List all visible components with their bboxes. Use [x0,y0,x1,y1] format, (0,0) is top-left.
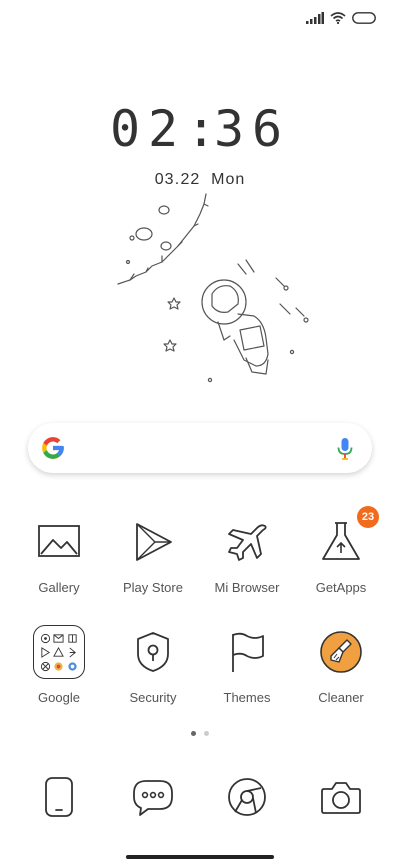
app-label: Google [38,690,80,705]
app-label: Play Store [123,580,183,595]
dock-camera[interactable] [297,772,385,822]
app-play-store[interactable]: Play Store [109,516,197,595]
page-dot-2[interactable] [204,731,209,736]
date-weekday: Mon [211,171,246,188]
mic-icon[interactable] [336,437,354,461]
app-google-folder[interactable]: Google [15,625,103,705]
app-cleaner[interactable]: Cleaner [297,626,385,705]
phone-icon [45,777,73,817]
browser-icon [228,778,266,816]
google-search-bar[interactable] [28,423,372,473]
app-mi-browser[interactable]: Mi Browser [203,516,291,595]
clock-separator: : [186,100,227,158]
google-folder-icon [33,625,85,679]
dock-phone[interactable] [15,772,103,822]
app-security[interactable]: Security [109,626,197,705]
app-label: GetApps [315,580,367,595]
lockscreen-date: 03.22 Mon [154,171,246,188]
page-dot-1[interactable] [191,731,196,736]
date-day: 22 [180,171,201,188]
flask-icon [322,522,360,560]
astronaut-illustration [117,193,309,383]
wifi-icon [330,12,346,24]
app-label: Cleaner [318,690,364,705]
date-month: 03 [154,171,175,188]
flag-icon [232,632,264,672]
gallery-icon [38,525,80,557]
lockscreen-clock: 02:36 [0,100,400,158]
battery-icon [352,12,376,24]
play-store-icon [136,523,172,561]
google-g-icon [42,437,64,459]
app-themes[interactable]: Themes [203,626,291,705]
dock [0,772,400,822]
brush-icon [320,631,362,673]
app-gallery[interactable]: Gallery [15,516,103,595]
clock-minute-tens: 3 [214,100,255,158]
app-row-2: Google Security Themes Cleaner [0,625,400,705]
clock-minute-ones: 6 [252,100,293,158]
signal-icon [306,12,324,24]
app-label: Mi Browser [214,580,280,595]
clock-hour-tens: 0 [110,100,151,158]
home-indicator[interactable] [126,855,274,859]
page-indicator [0,731,400,736]
status-bar [306,8,376,28]
notification-badge: 23 [357,506,379,528]
app-label: Gallery [38,580,80,595]
app-getapps[interactable]: 23 GetApps [297,506,385,595]
app-row-1: Gallery Play Store Mi Browser 23 GetApps [0,506,400,595]
app-label: Security [129,690,177,705]
clock-hour-ones: 2 [148,100,189,158]
shield-icon [137,632,169,672]
airplane-icon [228,524,267,561]
messages-icon [133,780,173,816]
dock-browser[interactable] [203,772,291,822]
camera-icon [321,782,361,814]
dock-messages[interactable] [109,772,197,822]
app-label: Themes [223,690,271,705]
